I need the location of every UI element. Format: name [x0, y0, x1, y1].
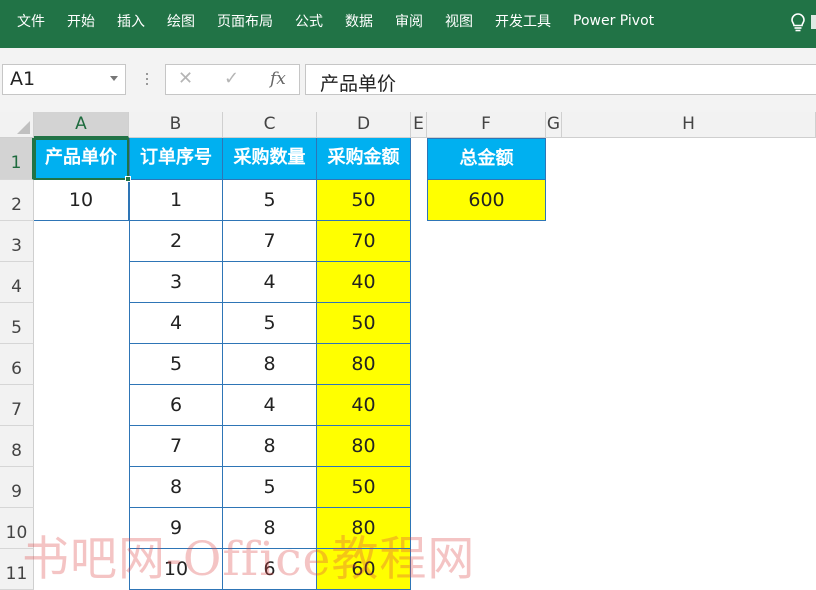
row-header[interactable]: 5 [0, 303, 34, 344]
fill-handle[interactable] [125, 176, 131, 182]
ribbon-tab[interactable]: 数据 [334, 11, 384, 31]
ribbon-tab[interactable]: 开始 [56, 11, 106, 31]
ribbon-tab[interactable]: 文件 [0, 11, 56, 31]
cell-seq[interactable]: 8 [129, 467, 223, 508]
cell-amount[interactable]: 50 [317, 303, 411, 344]
cell-amount[interactable]: 50 [317, 180, 411, 221]
cell-amount[interactable]: 80 [317, 426, 411, 467]
column-header[interactable]: G [546, 112, 562, 138]
cell-amount[interactable]: 40 [317, 385, 411, 426]
cell-amount[interactable]: 40 [317, 262, 411, 303]
cell-f2[interactable]: 600 [427, 180, 546, 221]
cell-amount[interactable]: 70 [317, 221, 411, 262]
column-header[interactable]: D [317, 112, 411, 138]
chevron-down-icon[interactable] [110, 76, 118, 81]
insert-function-icon[interactable]: fx [270, 69, 286, 89]
formula-bar-grip-icon[interactable] [145, 70, 149, 90]
ribbon-tab[interactable]: 页面布局 [206, 11, 284, 31]
formula-input[interactable]: 产品单价 [305, 64, 816, 95]
row-header[interactable]: 2 [0, 180, 34, 221]
cell-qty[interactable]: 8 [223, 344, 317, 385]
column-header[interactable]: B [129, 112, 223, 138]
cell-c1[interactable]: 采购数量 [223, 138, 317, 180]
lightbulb-icon[interactable] [790, 11, 816, 33]
cell-d1[interactable]: 采购金额 [317, 138, 411, 180]
column-header[interactable]: A [34, 112, 129, 138]
cell-seq[interactable]: 3 [129, 262, 223, 303]
cell-seq[interactable]: 1 [129, 180, 223, 221]
row-header[interactable]: 9 [0, 467, 34, 508]
row-header[interactable]: 1 [0, 138, 34, 180]
row-header[interactable]: 3 [0, 221, 34, 262]
cell-a2[interactable]: 10 [34, 180, 129, 221]
ribbon-tab[interactable]: 开发工具 [484, 11, 562, 31]
row-header[interactable]: 7 [0, 385, 34, 426]
watermark: 书吧网-Office教程网 [22, 532, 476, 587]
cell-amount[interactable]: 50 [317, 467, 411, 508]
ribbon-tab[interactable]: 视图 [434, 11, 484, 31]
spreadsheet-grid: ABCDEFGH 1 2 3 4 5 6 7 8 9 10 11 产品单价 10 订单序号 采购数量… [0, 112, 816, 590]
cell-qty[interactable]: 5 [223, 303, 317, 344]
selection-outline [34, 138, 129, 180]
cell-f1[interactable]: 总金额 [427, 138, 546, 180]
column-header[interactable]: E [411, 112, 427, 138]
name-box-value: A1 [10, 68, 36, 90]
cell-qty[interactable]: 5 [223, 180, 317, 221]
cell-seq[interactable]: 5 [129, 344, 223, 385]
cell-amount[interactable]: 80 [317, 344, 411, 385]
ribbon-tab[interactable]: Power Pivot [562, 13, 665, 29]
ribbon-tab[interactable]: 插入 [106, 11, 156, 31]
ribbon-tabs: 文件 开始 插入 绘图 页面布局 公式 数据 审阅 视图 开发工具 Power Pivot [0, 0, 665, 42]
column-header[interactable]: C [223, 112, 317, 138]
cell-qty[interactable]: 7 [223, 221, 317, 262]
cell-seq[interactable]: 2 [129, 221, 223, 262]
column-header[interactable]: F [427, 112, 546, 138]
ribbon-tab[interactable]: 公式 [284, 11, 334, 31]
cell-seq[interactable]: 7 [129, 426, 223, 467]
cell-seq[interactable]: 4 [129, 303, 223, 344]
ribbon: 文件 开始 插入 绘图 页面布局 公式 数据 审阅 视图 开发工具 Power Pivot [0, 0, 816, 48]
formula-content: 产品单价 [320, 73, 397, 95]
ribbon-tab[interactable]: 绘图 [156, 11, 206, 31]
row-header[interactable]: 4 [0, 262, 34, 303]
row-header[interactable]: 8 [0, 426, 34, 467]
cell-b1[interactable]: 订单序号 [129, 138, 223, 180]
check-icon[interactable]: ✓ [224, 68, 239, 89]
cell-qty[interactable]: 8 [223, 426, 317, 467]
row-header[interactable]: 6 [0, 344, 34, 385]
column-header[interactable]: H [562, 112, 816, 138]
ribbon-tab[interactable]: 审阅 [384, 11, 434, 31]
select-all-corner[interactable] [0, 112, 34, 138]
cell-qty[interactable]: 4 [223, 385, 317, 426]
formula-bar-buttons: ✕ ✓ fx [165, 64, 300, 95]
cell-seq[interactable]: 6 [129, 385, 223, 426]
name-box[interactable]: A1 [2, 64, 126, 95]
cell-qty[interactable]: 5 [223, 467, 317, 508]
cancel-icon[interactable]: ✕ [178, 68, 193, 89]
cell-qty[interactable]: 4 [223, 262, 317, 303]
